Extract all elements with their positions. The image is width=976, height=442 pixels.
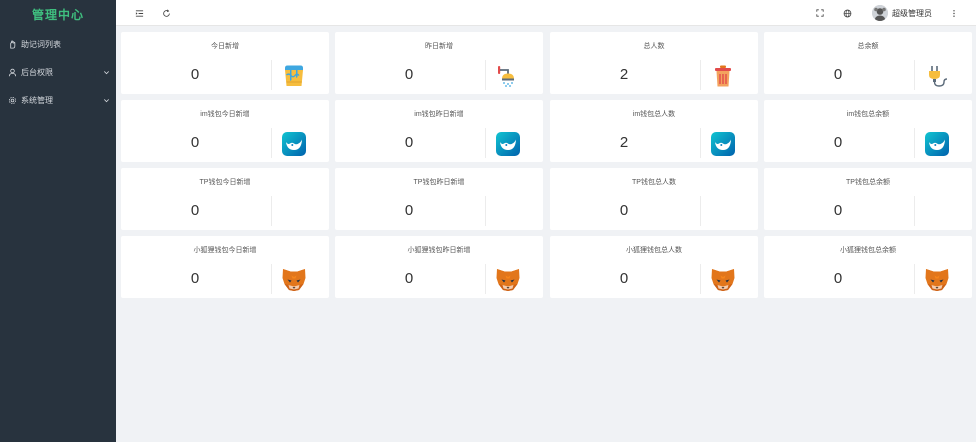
fullscreen-icon[interactable] [814, 7, 826, 19]
imtoken-icon [495, 131, 521, 157]
sidebar: 管理中心 助记词列表 后台权限 系统管理 [0, 0, 116, 442]
stat-card-divider [700, 60, 701, 90]
stat-card-value: 0 [833, 202, 843, 219]
stat-card-title: 今日新增 [211, 43, 239, 50]
more-icon[interactable] [948, 7, 960, 19]
user-icon [7, 67, 17, 77]
chevron-down-icon [102, 68, 110, 76]
stat-card-title: 总人数 [643, 43, 665, 50]
brand-title: 管理中心 [31, 8, 84, 22]
shower-icon [495, 63, 521, 89]
stat-card-title: 小狐狸钱包昨日新增 [407, 247, 471, 254]
imtoken-icon [924, 131, 950, 157]
stat-card-value: 0 [619, 270, 629, 287]
language-icon[interactable] [841, 7, 853, 19]
stat-card-title: 小狐狸钱包总人数 [626, 247, 682, 254]
menu-fold-icon[interactable] [133, 7, 145, 19]
sidebar-item-system-management[interactable]: 系统管理 [0, 86, 116, 114]
user-menu[interactable]: 超级管理员 [872, 4, 932, 22]
stat-card-divider [914, 264, 915, 294]
stat-card-divider [700, 196, 701, 226]
sidebar-item-label: 助记词列表 [21, 39, 61, 49]
stat-card-divider [914, 60, 915, 90]
stat-card-value: 0 [404, 134, 414, 151]
stat-card: im钱包昨日新增 0 [335, 100, 543, 162]
stat-card: 今日新增 0 [121, 32, 329, 94]
gear-icon [7, 95, 17, 105]
stat-card-title: TP钱包总人数 [632, 179, 676, 186]
plug-icon [924, 63, 950, 89]
stat-card-value: 0 [833, 134, 843, 151]
stat-card-divider [914, 196, 915, 226]
stat-card-title: im钱包总人数 [632, 111, 676, 118]
stat-card-value: 0 [190, 66, 200, 83]
paint-bucket-icon [281, 63, 307, 89]
stat-card-value: 2 [619, 66, 629, 83]
stat-card-divider [271, 128, 272, 158]
stat-card: im钱包总余额 0 [764, 100, 972, 162]
stat-card-value: 0 [619, 202, 629, 219]
stat-card-title: im钱包昨日新增 [414, 111, 464, 118]
chevron-down-icon [102, 96, 110, 104]
stat-card: TP钱包昨日新增 0 [335, 168, 543, 230]
stat-card: 小狐狸钱包总人数 0 [550, 236, 758, 298]
metamask-fox-icon [924, 267, 950, 293]
stat-card: TP钱包总人数 0 [550, 168, 758, 230]
stat-card-value: 0 [404, 202, 414, 219]
stat-card-value: 0 [404, 66, 414, 83]
stat-card-title: im钱包今日新增 [200, 111, 250, 118]
stat-card: 小狐狸钱包总余额 0 [764, 236, 972, 298]
stat-card-divider [271, 196, 272, 226]
imtoken-icon [710, 131, 736, 157]
stat-card-value: 0 [190, 134, 200, 151]
stat-card-title: 总余额 [857, 43, 879, 50]
stat-card-divider [700, 128, 701, 158]
stat-card-divider [914, 128, 915, 158]
stat-card-title: 小狐狸钱包总余额 [840, 247, 896, 254]
stat-card-title: im钱包总余额 [846, 111, 890, 118]
stat-card: TP钱包今日新增 0 [121, 168, 329, 230]
stat-card: 昨日新增 0 [335, 32, 543, 94]
stat-card-value: 0 [190, 202, 200, 219]
stat-card: 小狐狸钱包今日新增 0 [121, 236, 329, 298]
stat-card-divider [485, 196, 486, 226]
sidebar-item-admin-permissions[interactable]: 后台权限 [0, 58, 116, 86]
stat-card: im钱包总人数 2 [550, 100, 758, 162]
stat-card-divider [485, 264, 486, 294]
imtoken-icon [281, 131, 307, 157]
metamask-fox-icon [281, 267, 307, 293]
stat-card-divider [485, 128, 486, 158]
stat-card-title: TP钱包今日新增 [199, 179, 251, 186]
refresh-icon[interactable] [160, 7, 172, 19]
stat-card: im钱包今日新增 0 [121, 100, 329, 162]
sidebar-item-label: 系统管理 [21, 95, 53, 105]
stat-card: TP钱包总余额 0 [764, 168, 972, 230]
hand-icon [7, 39, 17, 49]
metamask-fox-icon [710, 267, 736, 293]
username: 超级管理员 [892, 8, 932, 18]
avatar [872, 5, 888, 21]
stat-card-title: 昨日新增 [425, 43, 453, 50]
sidebar-item-label: 后台权限 [21, 67, 53, 77]
stat-card: 小狐狸钱包昨日新增 0 [335, 236, 543, 298]
top-header: 超级管理员 [116, 0, 976, 26]
stat-card-divider [271, 264, 272, 294]
stat-card-value: 0 [833, 270, 843, 287]
trash-bin-icon [710, 63, 736, 89]
stat-card-title: TP钱包昨日新增 [413, 179, 465, 186]
metamask-fox-icon [495, 267, 521, 293]
stat-card-divider [485, 60, 486, 90]
stat-card-divider [700, 264, 701, 294]
sidebar-item-mnemonic-list[interactable]: 助记词列表 [0, 30, 116, 58]
stat-card-title: TP钱包总余额 [846, 179, 890, 186]
stat-card: 总人数 2 [550, 32, 758, 94]
stat-card-value: 0 [190, 270, 200, 287]
stat-card-value: 2 [619, 134, 629, 151]
stat-card-value: 0 [404, 270, 414, 287]
stat-card-title: 小狐狸钱包今日新增 [193, 247, 257, 254]
stat-card-divider [271, 60, 272, 90]
stat-card: 总余额 0 [764, 32, 972, 94]
stat-card-value: 0 [833, 66, 843, 83]
